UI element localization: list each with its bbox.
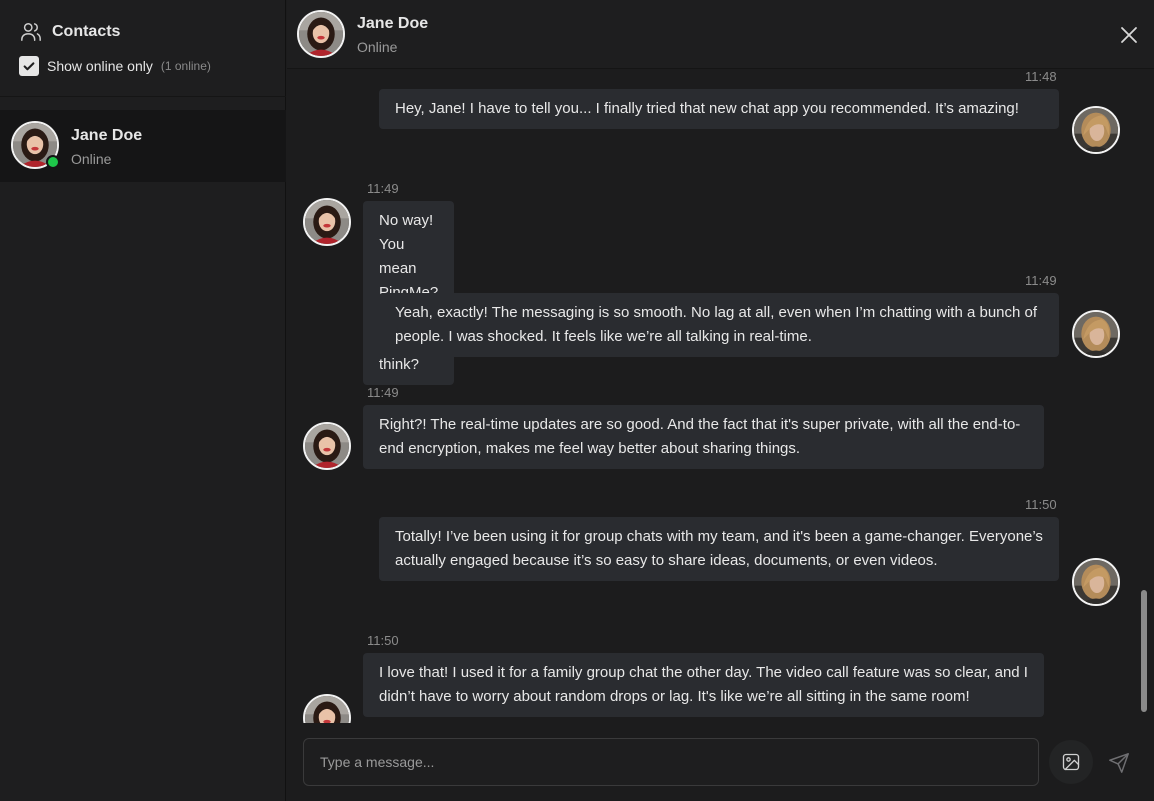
message-time: 11:49 <box>367 181 399 196</box>
avatar <box>303 198 351 246</box>
avatar <box>303 694 351 723</box>
chat-app: Contacts Show online only (1 online) Jan… <box>0 0 1154 801</box>
image-icon <box>1062 753 1080 771</box>
scrollbar-thumb[interactable] <box>1141 590 1147 712</box>
message-time: 11:49 <box>1025 273 1057 288</box>
message-bubble: Right?! The real-time updates are so goo… <box>363 405 1044 469</box>
contact-item-jane-doe[interactable]: Jane Doe Online <box>0 110 286 182</box>
chat-header: Jane Doe Online <box>287 0 1154 69</box>
contacts-sidebar: Contacts Show online only (1 online) Jan… <box>0 0 286 801</box>
message-bubble: I love that! I used it for a family grou… <box>363 653 1044 717</box>
avatar <box>1072 558 1120 606</box>
sidebar-header: Contacts Show online only (1 online) <box>0 0 286 97</box>
close-button[interactable] <box>1118 24 1140 46</box>
contacts-title-text: Contacts <box>52 23 121 40</box>
message-time: 11:50 <box>367 633 399 648</box>
send-button[interactable] <box>1103 747 1135 779</box>
message-time: 11:50 <box>1025 497 1057 512</box>
contact-status: Online <box>71 151 112 167</box>
attach-image-button[interactable] <box>1049 740 1093 784</box>
avatar <box>1072 310 1120 358</box>
message-time: 11:48 <box>1025 69 1057 84</box>
online-count: (1 online) <box>160 59 211 73</box>
users-icon <box>20 21 42 43</box>
online-only-filter[interactable]: Show online only (1 online) <box>19 56 211 76</box>
online-indicator <box>46 155 60 169</box>
message-bubble: Yeah, exactly! The messaging is so smoot… <box>379 293 1059 357</box>
online-only-label[interactable]: Show online only <box>47 58 153 74</box>
message-composer <box>287 723 1154 801</box>
avatar <box>303 422 351 470</box>
message-bubble: Totally! I’ve been using it for group ch… <box>379 517 1059 581</box>
chat-contact-status: Online <box>357 39 398 55</box>
contact-name: Jane Doe <box>71 127 143 144</box>
close-icon <box>1121 27 1137 43</box>
message-time: 11:49 <box>367 385 399 400</box>
avatar <box>297 10 345 58</box>
contacts-title: Contacts <box>20 21 120 43</box>
online-only-checkbox[interactable] <box>19 56 39 76</box>
avatar <box>1072 106 1120 154</box>
send-icon <box>1109 753 1129 773</box>
message-bubble: Hey, Jane! I have to tell you... I final… <box>379 89 1059 129</box>
message-list[interactable]: 11:48 Hey, Jane! I have to tell you... I… <box>287 69 1154 723</box>
message-input[interactable] <box>303 738 1039 786</box>
checkmark-icon <box>23 62 35 71</box>
chat-contact-name: Jane Doe <box>357 15 429 32</box>
